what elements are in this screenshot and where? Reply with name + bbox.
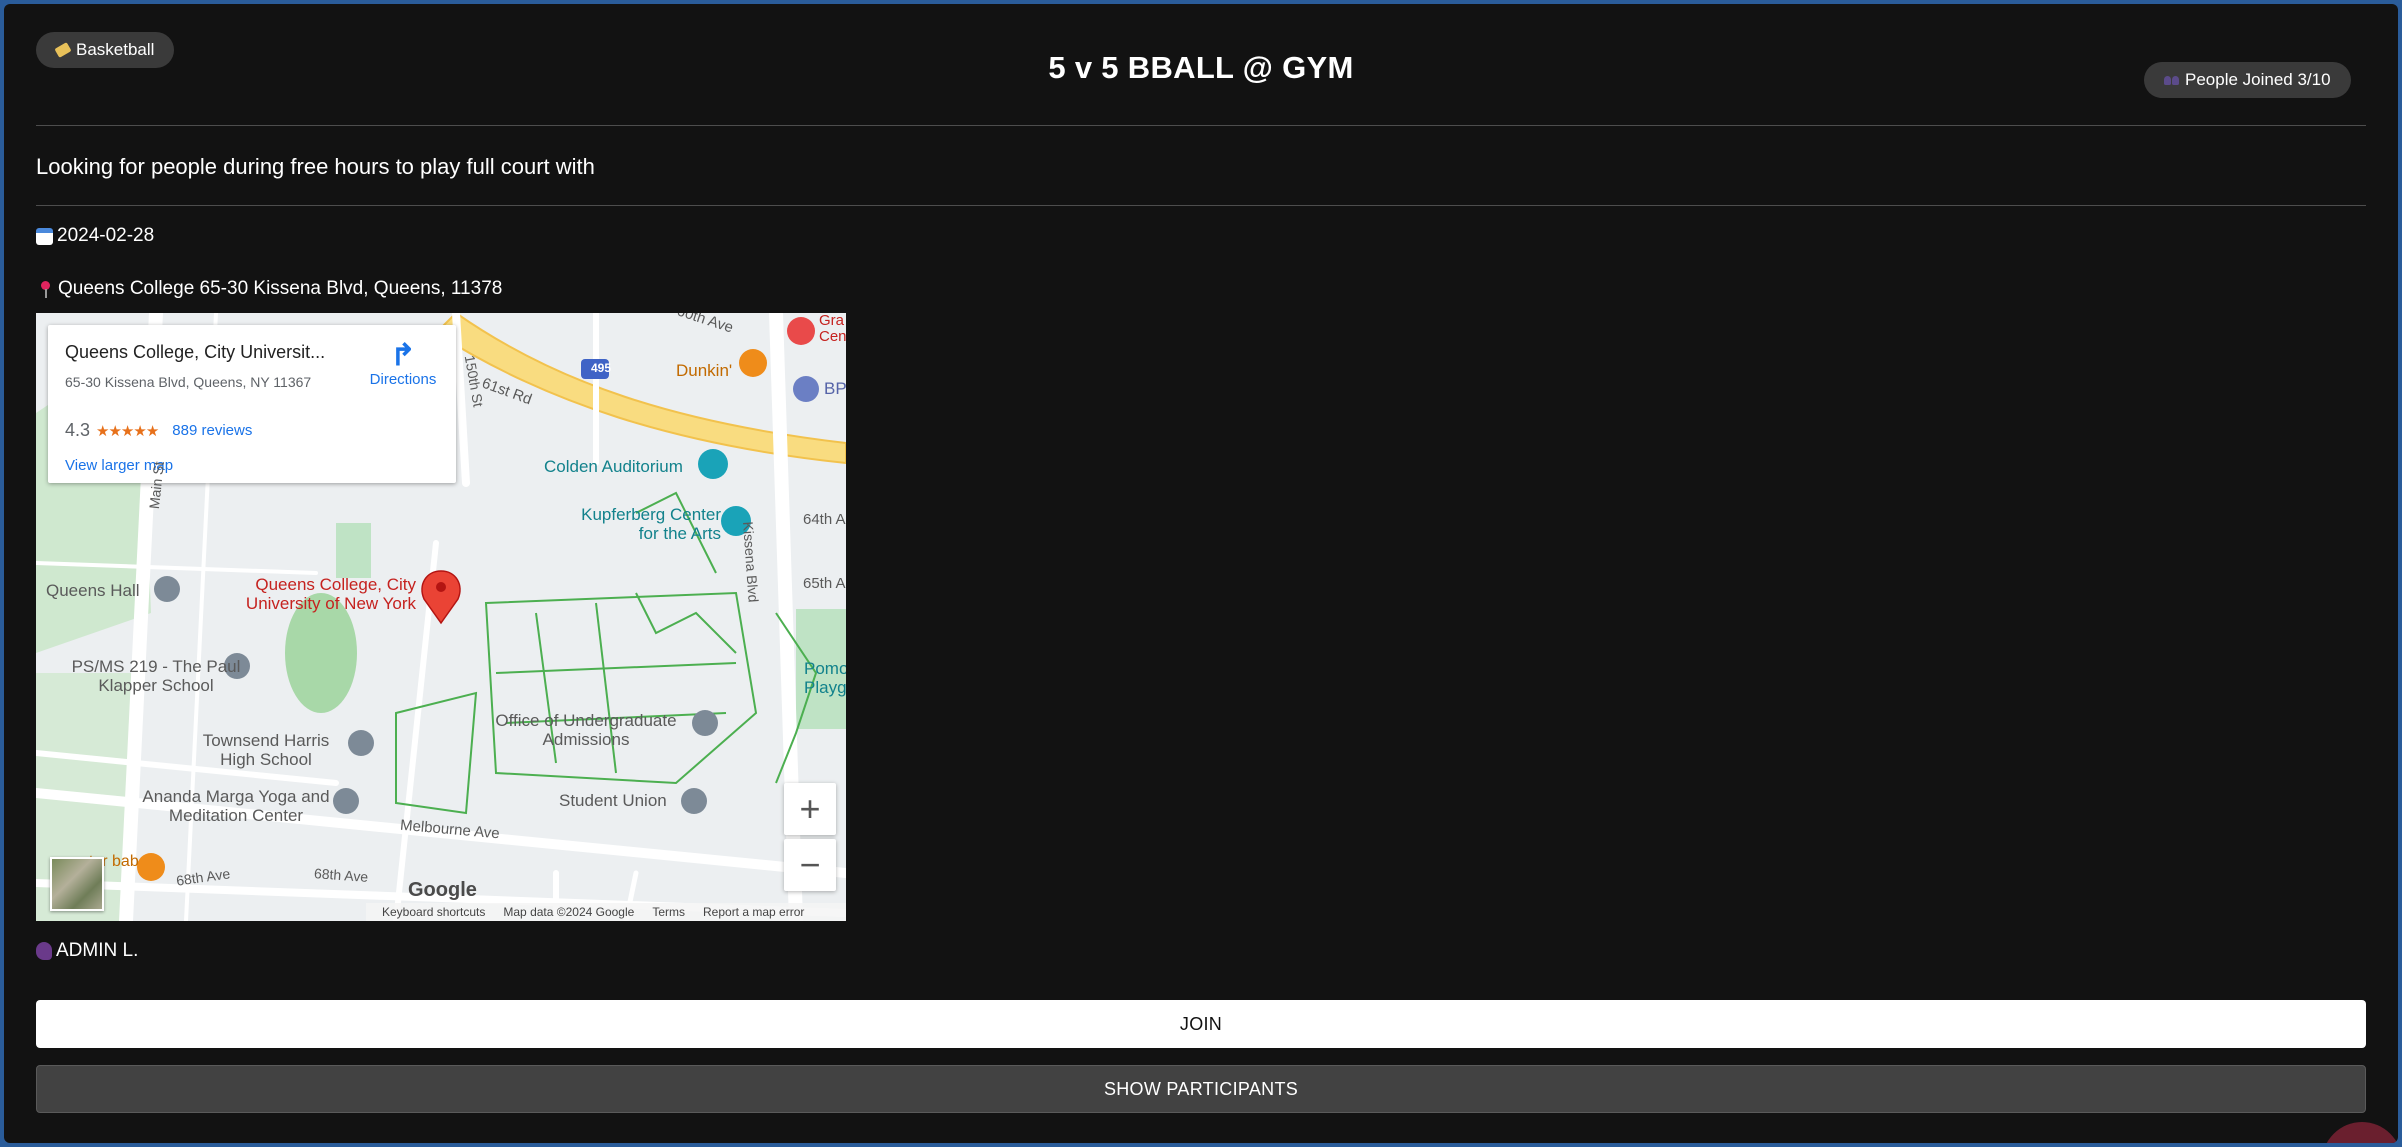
map-label: BP xyxy=(824,379,846,398)
rating-value: 4.3 xyxy=(65,420,91,440)
map-label: Office of Undergraduate Admissions xyxy=(495,711,677,749)
divider xyxy=(36,205,2366,206)
directions-button[interactable]: ↱ Directions xyxy=(358,339,448,389)
event-date: 2024-02-28 xyxy=(36,225,154,247)
date-text: 2024-02-28 xyxy=(57,225,155,246)
marker-label: Queens College, City University of New Y… xyxy=(245,575,416,613)
event-card: Basketball 5 v 5 BBALL @ GYM People Join… xyxy=(4,4,2398,1143)
map-label: Townsend Harris High School xyxy=(202,731,330,769)
directions-icon: ↱ xyxy=(390,339,416,372)
embedded-map[interactable]: Queens College, City Universit... 65-30 … xyxy=(36,313,846,921)
map-label: Ananda Marga Yoga and Meditation Center xyxy=(142,787,330,825)
google-logo: Google xyxy=(408,879,477,901)
location-text: Queens College 65-30 Kissena Blvd, Queen… xyxy=(58,278,503,299)
joined-label: People Joined 3/10 xyxy=(2185,70,2331,89)
keyboard-shortcuts-link[interactable]: Keyboard shortcuts xyxy=(382,905,485,919)
map-label: Dunkin' xyxy=(676,361,733,380)
satellite-toggle[interactable] xyxy=(50,857,104,911)
pushpin-icon xyxy=(36,280,54,298)
speaking-head-icon xyxy=(36,942,52,960)
place-address: 65-30 Kissena Blvd, Queens, NY 11367 xyxy=(65,374,312,390)
report-error-link[interactable]: Report a map error xyxy=(703,905,804,919)
map-label: 64th A xyxy=(803,511,846,528)
place-info-card: Queens College, City Universit... 65-30 … xyxy=(48,325,456,483)
place-name: Queens College, City Universit... xyxy=(65,342,326,362)
reviews-link[interactable]: 889 reviews xyxy=(172,422,252,439)
event-location: Queens College 65-30 Kissena Blvd, Queen… xyxy=(36,278,502,300)
divider xyxy=(36,125,2366,126)
map-label: Kupferberg Center for the Arts xyxy=(581,505,721,543)
join-button[interactable]: JOIN xyxy=(36,1000,2366,1048)
terms-link[interactable]: Terms xyxy=(652,905,685,919)
directions-label: Directions xyxy=(369,371,437,388)
event-description: Looking for people during free hours to … xyxy=(36,154,595,179)
host-name: ADMIN L. xyxy=(56,940,139,961)
calendar-icon xyxy=(36,227,53,245)
map-footer: Keyboard shortcuts Map data ©2024 Google… xyxy=(366,903,846,921)
map-label: 65th A xyxy=(803,575,846,592)
highway-shield: 495 xyxy=(591,361,612,375)
joined-count-chip: People Joined 3/10 xyxy=(2144,62,2351,98)
event-title: 5 v 5 BBALL @ GYM xyxy=(1048,50,1354,85)
map-label: Gra Cen xyxy=(819,313,846,345)
people-icon xyxy=(2164,75,2179,85)
event-host: ADMIN L. xyxy=(36,940,138,962)
show-participants-button[interactable]: SHOW PARTICIPANTS xyxy=(36,1065,2366,1113)
map-label: Pomo Playgr xyxy=(804,659,846,697)
zoom-in-button[interactable]: + xyxy=(784,783,836,835)
map-label: Queens Hall xyxy=(46,581,140,600)
star-rating-icon: ★★★★★ xyxy=(96,422,159,440)
map-label: Colden Auditorium xyxy=(544,457,683,476)
map-data-text: Map data ©2024 Google xyxy=(503,905,635,919)
zoom-out-button[interactable]: − xyxy=(784,839,836,891)
place-rating: 4.3 ★★★★★ 889 reviews xyxy=(65,420,252,441)
floating-action-button[interactable] xyxy=(2322,1122,2398,1143)
map-label: PS/MS 219 - The Paul Klapper School xyxy=(71,657,241,695)
map-label: Student Union xyxy=(559,791,667,810)
